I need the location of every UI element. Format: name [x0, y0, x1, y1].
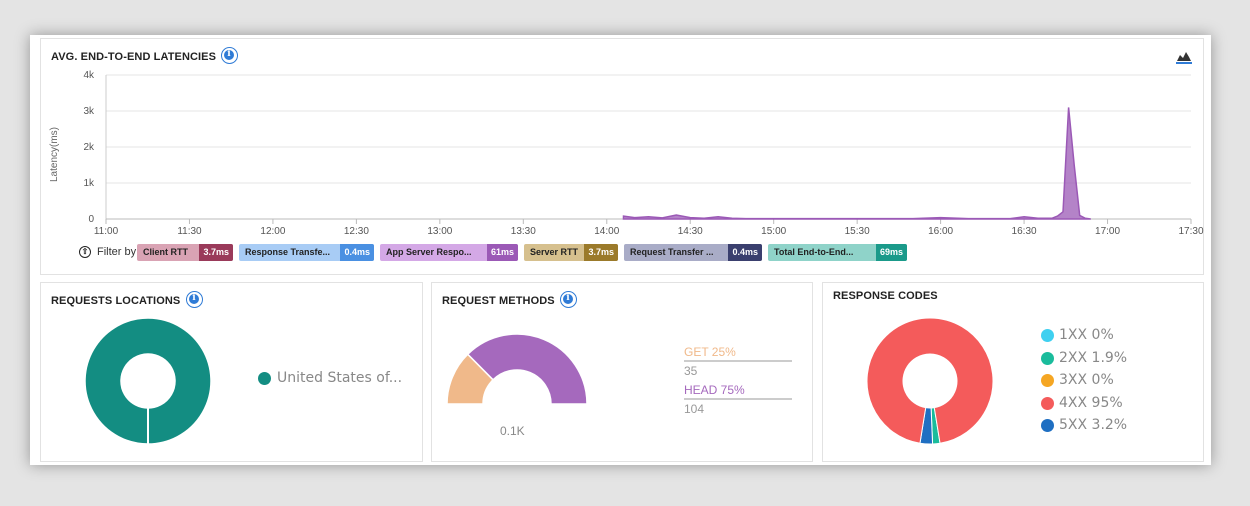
legend-dot	[1041, 351, 1054, 365]
codes-panel: RESPONSE CODES 1XX 0% 2XX 1.9% 3XX 0% 4XX 9…	[822, 282, 1204, 462]
y-tick-label: 3k	[83, 106, 95, 117]
legend-united-states[interactable]: United States of...	[277, 370, 402, 386]
legend-dot	[1041, 396, 1054, 410]
filter-chip[interactable]: Total End-to-End... 69ms	[768, 244, 907, 261]
filter-arrow-icon[interactable]: ⇧	[79, 246, 91, 258]
filter-chip-value: 61ms	[486, 244, 518, 261]
x-tick-label: 13:30	[511, 226, 536, 237]
legend-2xx[interactable]: 2XX 1.9%	[1059, 350, 1127, 366]
codes-donut	[866, 317, 994, 445]
x-tick-label: 12:00	[260, 226, 285, 237]
filter-chip-label: Response Transfe...	[245, 247, 331, 257]
latency-chart: 0 1k 2k 3k 4k 11:00 11:30 12:00 12:30 13:00 13:30 1…	[83, 70, 1204, 237]
x-tick-label: 11:00	[94, 226, 119, 237]
filter-chip-value: 0.4ms	[340, 244, 374, 261]
filter-chip-value: 69ms	[875, 244, 907, 261]
filter-chip-value: 3.7ms	[199, 244, 233, 261]
y-tick-label: 2k	[83, 142, 95, 153]
x-tick-label: 12:30	[344, 226, 369, 237]
filter-chip-label: Client RTT	[143, 247, 188, 257]
x-tick-label: 15:00	[761, 226, 786, 237]
filter-chip[interactable]: Client RTT 3.7ms	[137, 244, 233, 261]
legend-divider	[684, 360, 792, 362]
x-tick-label: 15:30	[845, 226, 870, 237]
filter-chip[interactable]: Server RTT 3.7ms	[524, 244, 618, 261]
half-donut-slice-head[interactable]	[466, 333, 588, 405]
x-tick-label: 11:30	[177, 226, 202, 237]
x-tick-label: 16:30	[1012, 226, 1037, 237]
methods-panel: REQUEST METHODS i 0.1K GET 25% 35 HEAD 7…	[431, 282, 813, 462]
x-tick-label: 16:00	[928, 226, 953, 237]
legend-get[interactable]: GET 25%	[684, 345, 736, 359]
filter-chip-label: Server RTT	[530, 247, 579, 257]
legend-dot	[1041, 374, 1054, 387]
latency-area-series[interactable]	[622, 107, 1091, 220]
filter-chip-label: App Server Respo...	[386, 247, 472, 257]
legend-divider	[684, 398, 792, 400]
filter-label: Filter by	[97, 246, 137, 258]
filter-chip[interactable]: Response Transfe... 0.4ms	[239, 244, 374, 261]
head-count: 104	[684, 402, 705, 416]
get-count: 35	[684, 364, 698, 378]
latency-panel: AVG. END-TO-END LATENCIES i Latency(ms) …	[40, 38, 1204, 275]
legend-dot	[1041, 329, 1054, 342]
methods-half-donut	[446, 333, 588, 405]
filter-chip-label: Request Transfer ...	[630, 247, 714, 257]
methods-total: 0.1K	[500, 424, 525, 438]
x-tick-label: 17:30	[1178, 226, 1203, 237]
locations-panel: REQUESTS LOCATIONS i United States of...	[40, 282, 423, 462]
legend-dot	[1041, 419, 1054, 432]
x-tick-label: 14:30	[678, 226, 703, 237]
y-tick-label: 4k	[83, 70, 95, 81]
filter-chip[interactable]: App Server Respo... 61ms	[380, 244, 518, 261]
filter-chip-label: Total End-to-End...	[774, 247, 854, 257]
y-tick-label: 1k	[83, 178, 95, 189]
filter-chip-value: 0.4ms	[728, 244, 762, 261]
legend-5xx[interactable]: 5XX 3.2%	[1059, 417, 1127, 433]
x-tick-label: 17:00	[1095, 226, 1120, 237]
x-tick-label: 14:00	[594, 226, 619, 237]
x-tick-label: 13:00	[427, 226, 452, 237]
filter-chip-value: 3.7ms	[584, 244, 618, 261]
legend-head[interactable]: HEAD 75%	[684, 383, 745, 397]
dashboard-frame: AVG. END-TO-END LATENCIES i Latency(ms) …	[30, 35, 1211, 465]
legend-1xx[interactable]: 1XX 0%	[1059, 327, 1114, 343]
legend-3xx[interactable]: 3XX 0%	[1059, 372, 1114, 388]
y-tick-label: 0	[88, 214, 94, 225]
filter-chip[interactable]: Request Transfer ... 0.4ms	[624, 244, 762, 261]
legend-dot	[258, 372, 271, 385]
legend-4xx[interactable]: 4XX 95%	[1059, 395, 1123, 411]
